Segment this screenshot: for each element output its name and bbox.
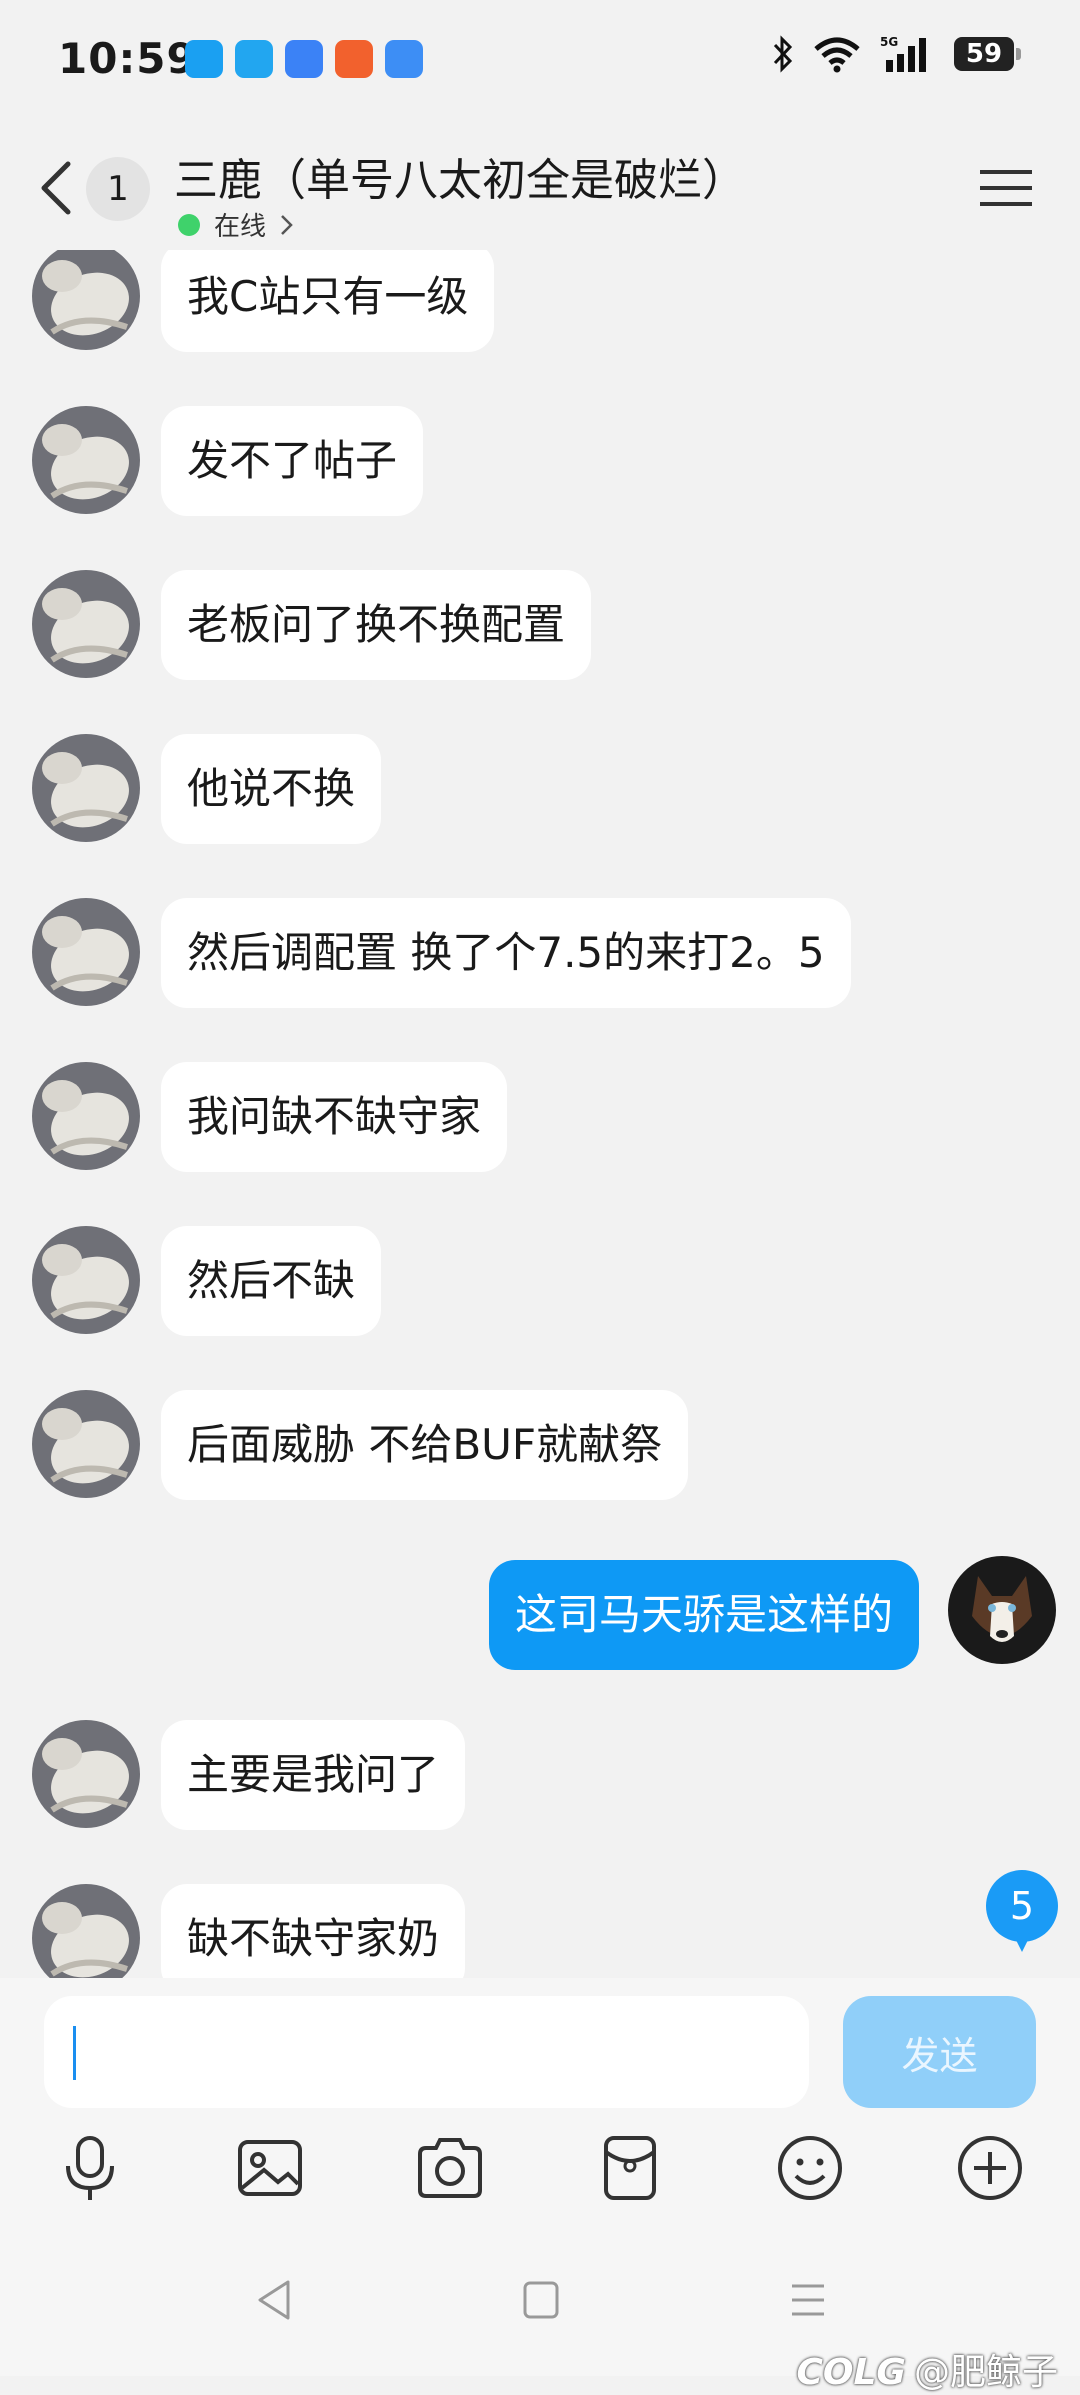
- my-avatar[interactable]: [948, 1556, 1056, 1664]
- message-bubble[interactable]: 然后调配置 换了个7.5的来打2。5: [161, 898, 851, 1008]
- unread-count-badge[interactable]: 1: [86, 157, 150, 221]
- chat-header: 1 三鹿（单号八太初全是破烂） 在线: [0, 130, 1080, 250]
- chevron-right-icon: [281, 214, 293, 235]
- status-bar: 10:59 5G 59: [0, 0, 1080, 120]
- signal-icon: 5G: [880, 35, 926, 72]
- contact-avatar[interactable]: [32, 1226, 140, 1334]
- nav-back-icon[interactable]: [254, 2278, 294, 2322]
- received-message: 然后调配置 换了个7.5的来打2。5: [0, 898, 1080, 1018]
- message-bubble[interactable]: 发不了帖子: [161, 406, 424, 516]
- contact-avatar[interactable]: [32, 250, 140, 350]
- chat-title[interactable]: 三鹿（单号八太初全是破烂）: [174, 144, 746, 208]
- received-message: 缺不缺守家奶: [0, 1884, 1080, 1978]
- feather-notification-icon: [285, 40, 323, 78]
- browser-notification-icon: [235, 40, 273, 78]
- send-button[interactable]: 发送: [843, 1996, 1036, 2108]
- received-message: 后面威胁 不给BUF就献祭: [0, 1390, 1080, 1510]
- microphone-icon[interactable]: [50, 2128, 130, 2208]
- bluetooth-icon: [773, 35, 793, 73]
- message-bubble[interactable]: 主要是我问了: [161, 1720, 466, 1830]
- message-bubble[interactable]: 他说不换: [161, 734, 382, 844]
- watermark: COLG @肥鲸子: [796, 2343, 1058, 2395]
- status-time: 10:59: [58, 34, 197, 83]
- watermark-logo: COLG: [796, 2352, 906, 2393]
- received-message: 发不了帖子: [0, 406, 1080, 526]
- red-packet-icon[interactable]: [590, 2128, 670, 2208]
- nav-menu-icon[interactable]: [788, 2278, 828, 2322]
- shop-notification-icon: [335, 40, 373, 78]
- contact-avatar[interactable]: [32, 734, 140, 842]
- system-icons: 5G 59: [772, 34, 1021, 74]
- received-message: 然后不缺: [0, 1226, 1080, 1346]
- online-status[interactable]: 在线: [178, 206, 298, 243]
- sent-message: 这司马天骄是这样的: [0, 1556, 1080, 1676]
- new-messages-badge[interactable]: 5: [986, 1870, 1058, 1952]
- message-list[interactable]: 我C站只有一级发不了帖子老板问了换不换配置 他说不换然后调配置 换了个7.5的来打…: [0, 250, 1080, 1978]
- message-bubble[interactable]: 后面威胁 不给BUF就献祭: [161, 1390, 689, 1500]
- received-message: 老板问了换不换配置: [0, 570, 1080, 690]
- watermark-text: @肥鲸子: [913, 2352, 1058, 2393]
- message-bubble[interactable]: 我问缺不缺守家: [161, 1062, 508, 1172]
- nav-home-icon[interactable]: [522, 2278, 560, 2322]
- qq-notification-icon: [185, 40, 223, 78]
- received-message: 他说不换: [0, 734, 1080, 854]
- weather-notification-icon: [385, 40, 423, 78]
- back-arrow-icon[interactable]: [36, 158, 76, 218]
- signal-label-glyph: 5G: [880, 35, 898, 49]
- contact-avatar[interactable]: [32, 1720, 140, 1828]
- wifi-icon: [814, 37, 860, 73]
- plus-icon[interactable]: [950, 2128, 1030, 2208]
- message-bubble[interactable]: 老板问了换不换配置: [161, 570, 592, 680]
- camera-icon[interactable]: [410, 2128, 490, 2208]
- text-cursor: [73, 2026, 76, 2080]
- message-bubble[interactable]: 缺不缺守家奶: [161, 1884, 466, 1978]
- message-bubble[interactable]: 我C站只有一级: [161, 250, 495, 352]
- received-message: 我问缺不缺守家: [0, 1062, 1080, 1182]
- received-message: 主要是我问了: [0, 1720, 1080, 1840]
- message-input[interactable]: [44, 1996, 809, 2108]
- message-bubble[interactable]: 然后不缺: [161, 1226, 382, 1336]
- contact-avatar[interactable]: [32, 1062, 140, 1170]
- image-icon[interactable]: [230, 2128, 310, 2208]
- contact-avatar[interactable]: [32, 1390, 140, 1498]
- contact-avatar[interactable]: [32, 1884, 140, 1978]
- contact-avatar[interactable]: [32, 570, 140, 678]
- composer-toolbar: [0, 2128, 1080, 2228]
- received-message: 我C站只有一级: [0, 250, 1080, 362]
- contact-avatar[interactable]: [32, 898, 140, 1006]
- contact-avatar[interactable]: [32, 406, 140, 514]
- emoji-icon[interactable]: [770, 2128, 850, 2208]
- notification-icons: [185, 40, 423, 78]
- message-bubble[interactable]: 这司马天骄是这样的: [488, 1560, 919, 1670]
- menu-icon[interactable]: [980, 166, 1032, 210]
- battery-indicator: 59: [954, 37, 1021, 71]
- online-status-label: 在线: [214, 212, 267, 242]
- online-dot-icon: [178, 213, 200, 236]
